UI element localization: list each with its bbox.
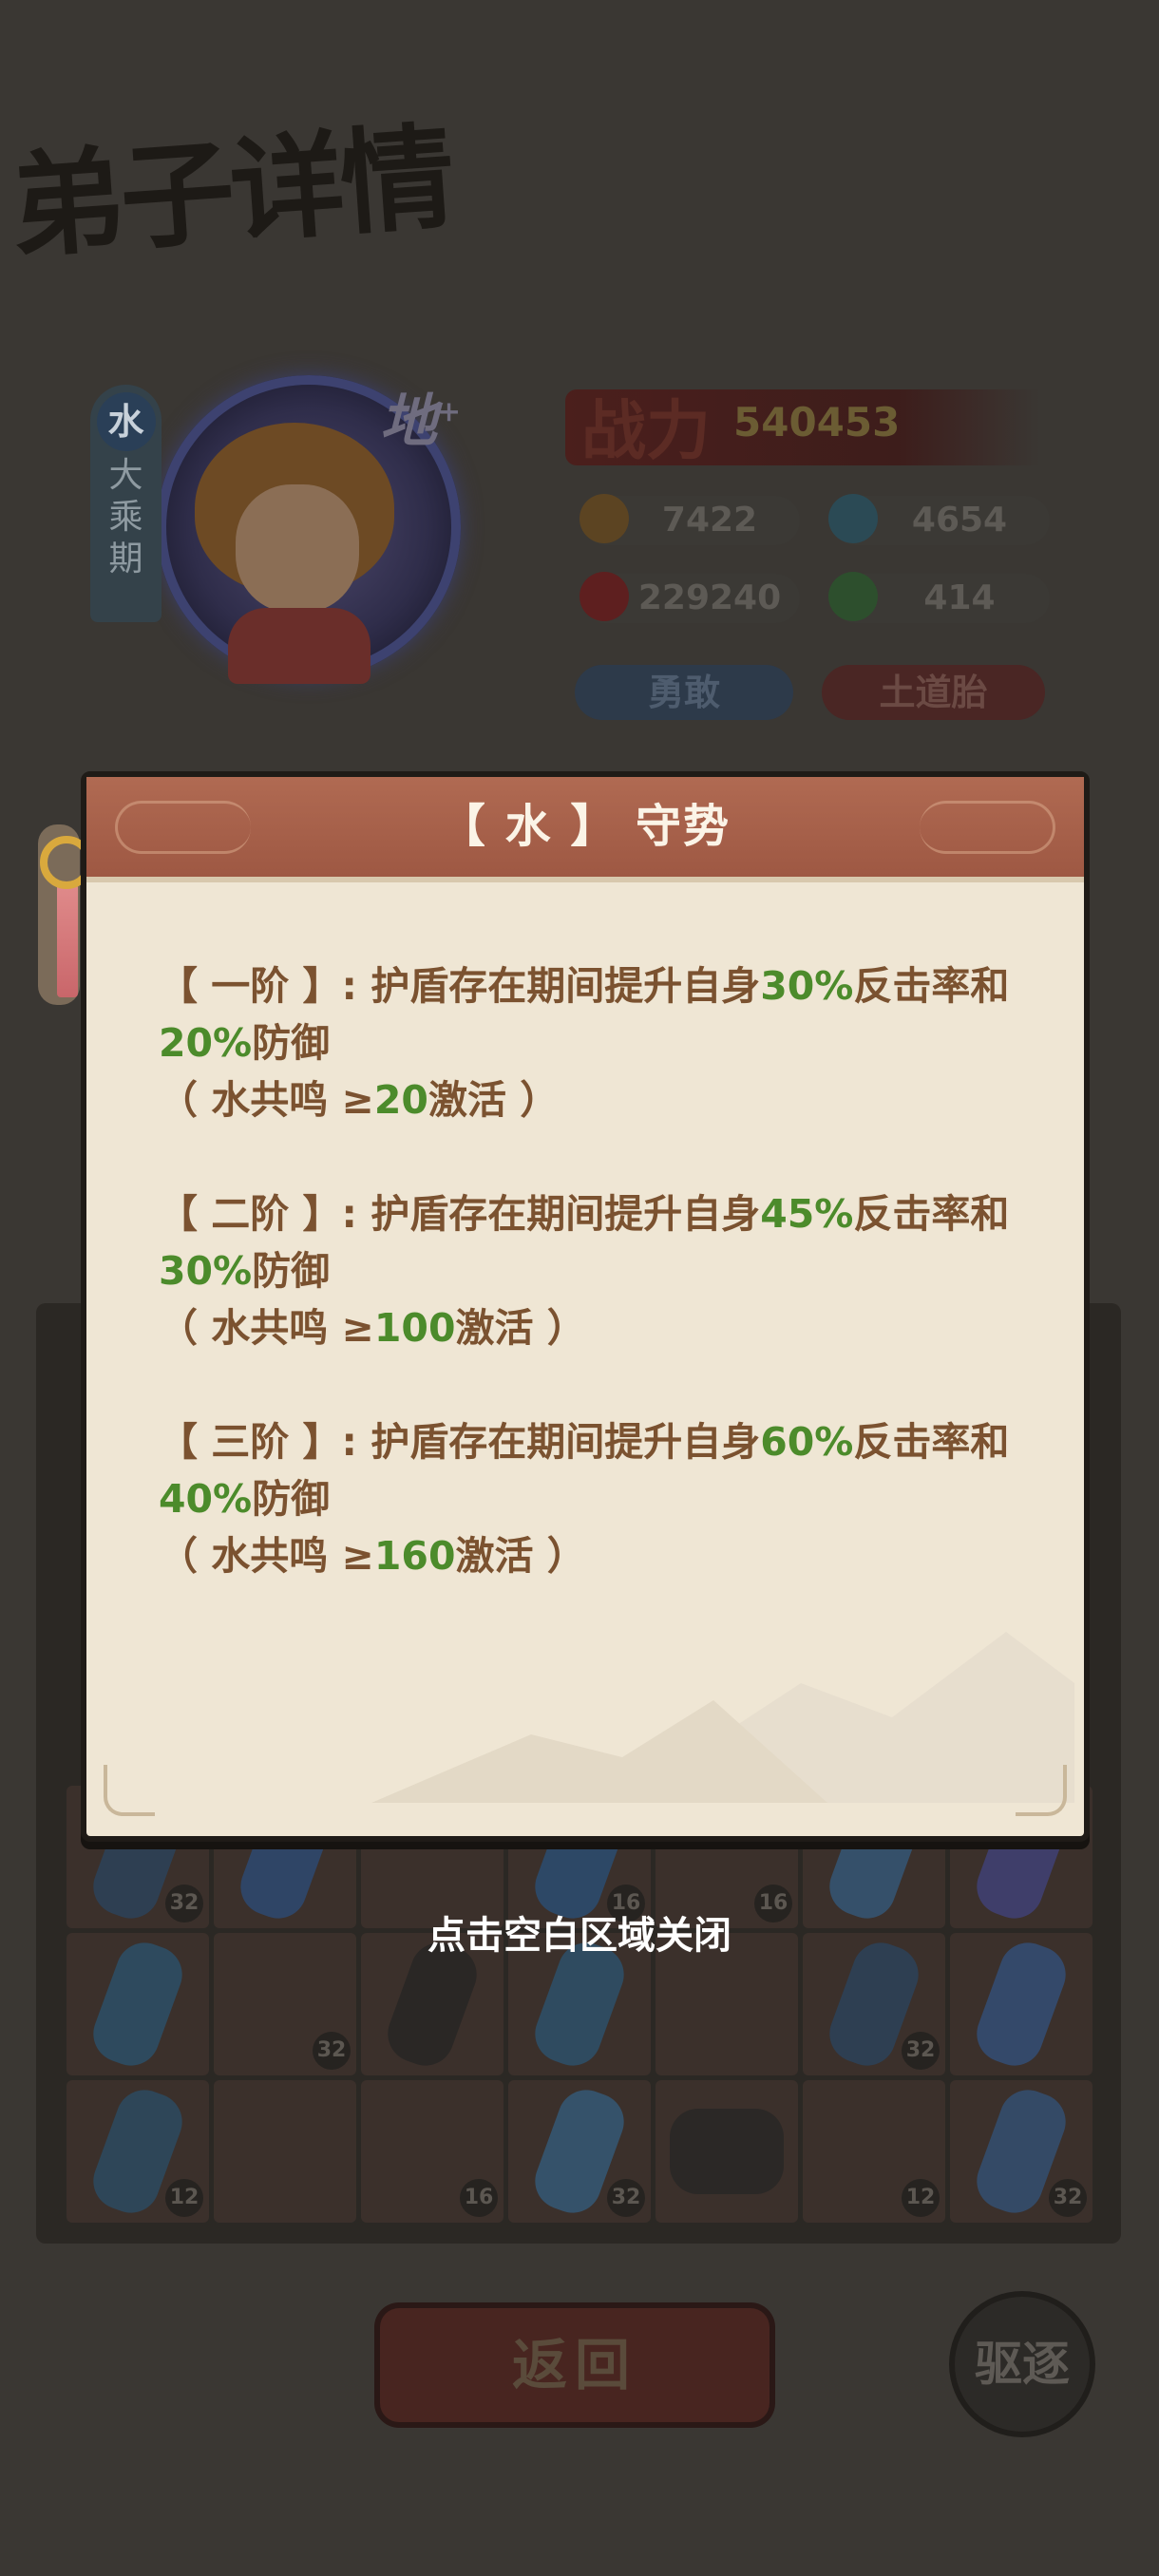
defense-value: 20% xyxy=(159,1020,253,1066)
page-title: 弟子详情 xyxy=(6,109,456,275)
grade-label: 地+ xyxy=(380,388,462,455)
realm-label: 大乘期 xyxy=(108,456,143,578)
item-slot[interactable]: 12 xyxy=(66,2080,209,2223)
dialog-title: 【 水 】 守势 xyxy=(439,800,732,853)
character-body xyxy=(228,608,370,684)
back-button[interactable]: 返回 xyxy=(380,2308,770,2422)
defense-value: 30% xyxy=(159,1248,253,1294)
heart-icon xyxy=(580,572,629,621)
boot-icon xyxy=(828,572,878,621)
mountain-decoration xyxy=(371,1700,827,1803)
item-slot[interactable]: 12 xyxy=(803,2080,945,2223)
trait-earth-dao[interactable]: 土道胎 xyxy=(822,665,1045,720)
trait-brave[interactable]: 勇敢 xyxy=(575,665,793,720)
counter-value: 60% xyxy=(760,1419,854,1465)
tier-list: 【 一阶 】: 护盾存在期间提升自身30%反击率和20%防御 （ 水共鸣 ≥20… xyxy=(159,957,1052,1641)
item-slot[interactable] xyxy=(656,2080,798,2223)
requirement-value: 20 xyxy=(373,1077,428,1123)
requirement-value: 160 xyxy=(373,1533,456,1579)
tier-1: 【 一阶 】: 护盾存在期间提升自身30%反击率和20%防御 （ 水共鸣 ≥20… xyxy=(159,963,1010,1123)
requirement-value: 100 xyxy=(373,1305,456,1351)
corner-ornament-icon xyxy=(1016,1765,1067,1816)
scroll-tassel xyxy=(57,883,78,997)
item-slot[interactable]: 32 xyxy=(508,2080,651,2223)
counter-value: 45% xyxy=(760,1191,854,1237)
corner-ornament-icon xyxy=(104,1765,155,1816)
power-label: 战力 xyxy=(581,393,712,469)
shield-icon xyxy=(828,494,878,543)
element-realm-tag: 水 大乘期 xyxy=(90,385,162,622)
skill-detail-dialog: 【 水 】 守势 【 一阶 】: 护盾存在期间提升自身30%反击率和20%防御 … xyxy=(81,771,1090,1842)
attack-icon xyxy=(580,494,629,543)
power-value: 540453 xyxy=(733,399,901,445)
close-hint[interactable]: 点击空白区域关闭 xyxy=(0,1904,1159,1960)
character-face xyxy=(236,484,359,613)
item-slot[interactable]: 32 xyxy=(950,2080,1092,2223)
tier-3: 【 三阶 】: 护盾存在期间提升自身60%反击率和40%防御 （ 水共鸣 ≥16… xyxy=(159,1419,1010,1579)
item-slot[interactable]: 16 xyxy=(361,2080,504,2223)
defense-value: 40% xyxy=(159,1476,253,1522)
item-slot[interactable] xyxy=(214,2080,356,2223)
expel-button[interactable]: 驱逐 xyxy=(955,2297,1090,2432)
tier-2: 【 二阶 】: 护盾存在期间提升自身45%反击率和30%防御 （ 水共鸣 ≥10… xyxy=(159,1191,1010,1351)
counter-value: 30% xyxy=(760,963,854,1009)
element-badge: 水 xyxy=(96,392,156,451)
